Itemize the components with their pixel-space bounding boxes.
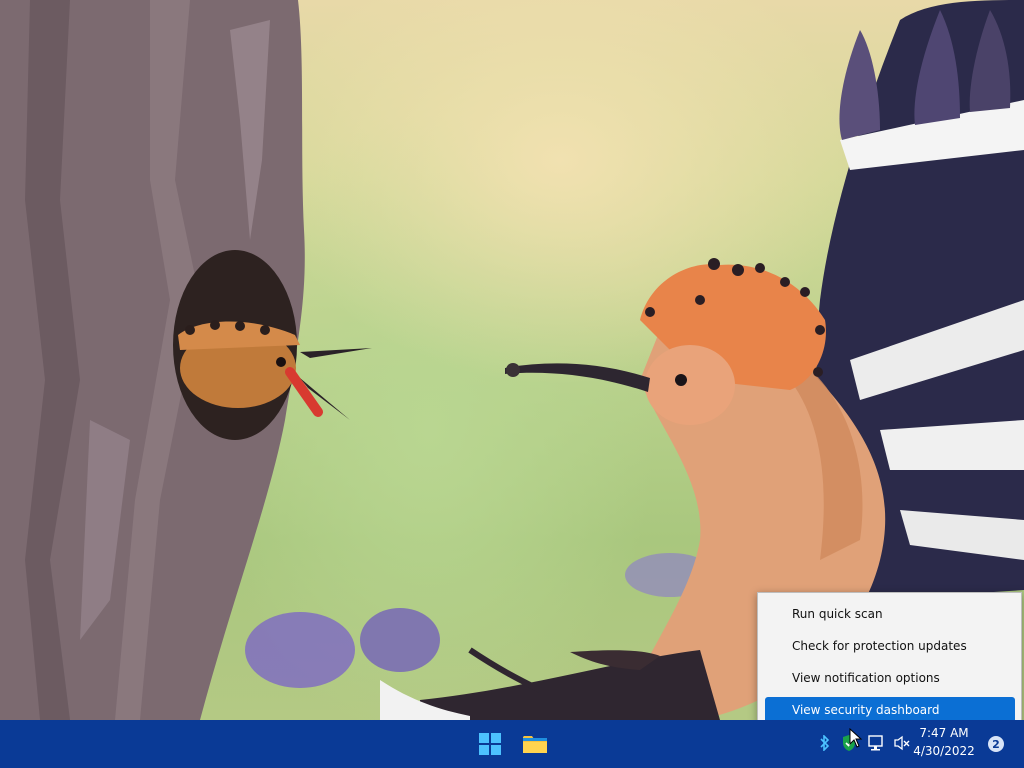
file-explorer-button[interactable] <box>515 724 555 764</box>
clock-date: 4/30/2022 <box>913 744 975 758</box>
start-button[interactable] <box>470 724 510 764</box>
notification-count-badge[interactable]: 2 <box>988 736 1004 752</box>
windows-logo-icon <box>479 733 501 755</box>
bluetooth-tray-button[interactable] <box>816 734 834 752</box>
network-tray-button[interactable] <box>868 734 886 752</box>
folder-icon <box>523 736 547 753</box>
view-notification-options-menu-item[interactable]: View notification options <box>765 665 1015 691</box>
windows-security-context-menu: Run quick scan Check for protection upda… <box>757 592 1022 736</box>
bluetooth-icon <box>820 735 830 751</box>
clock-time: 7:47 AM <box>919 726 969 740</box>
network-icon <box>868 735 883 751</box>
taskbar-clock[interactable]: 7:47 AM 4/30/2022 <box>906 724 982 760</box>
check-for-protection-updates-menu-item[interactable]: Check for protection updates <box>765 633 1015 659</box>
run-quick-scan-menu-item[interactable]: Run quick scan <box>765 601 1015 627</box>
mouse-cursor-icon <box>849 728 863 748</box>
